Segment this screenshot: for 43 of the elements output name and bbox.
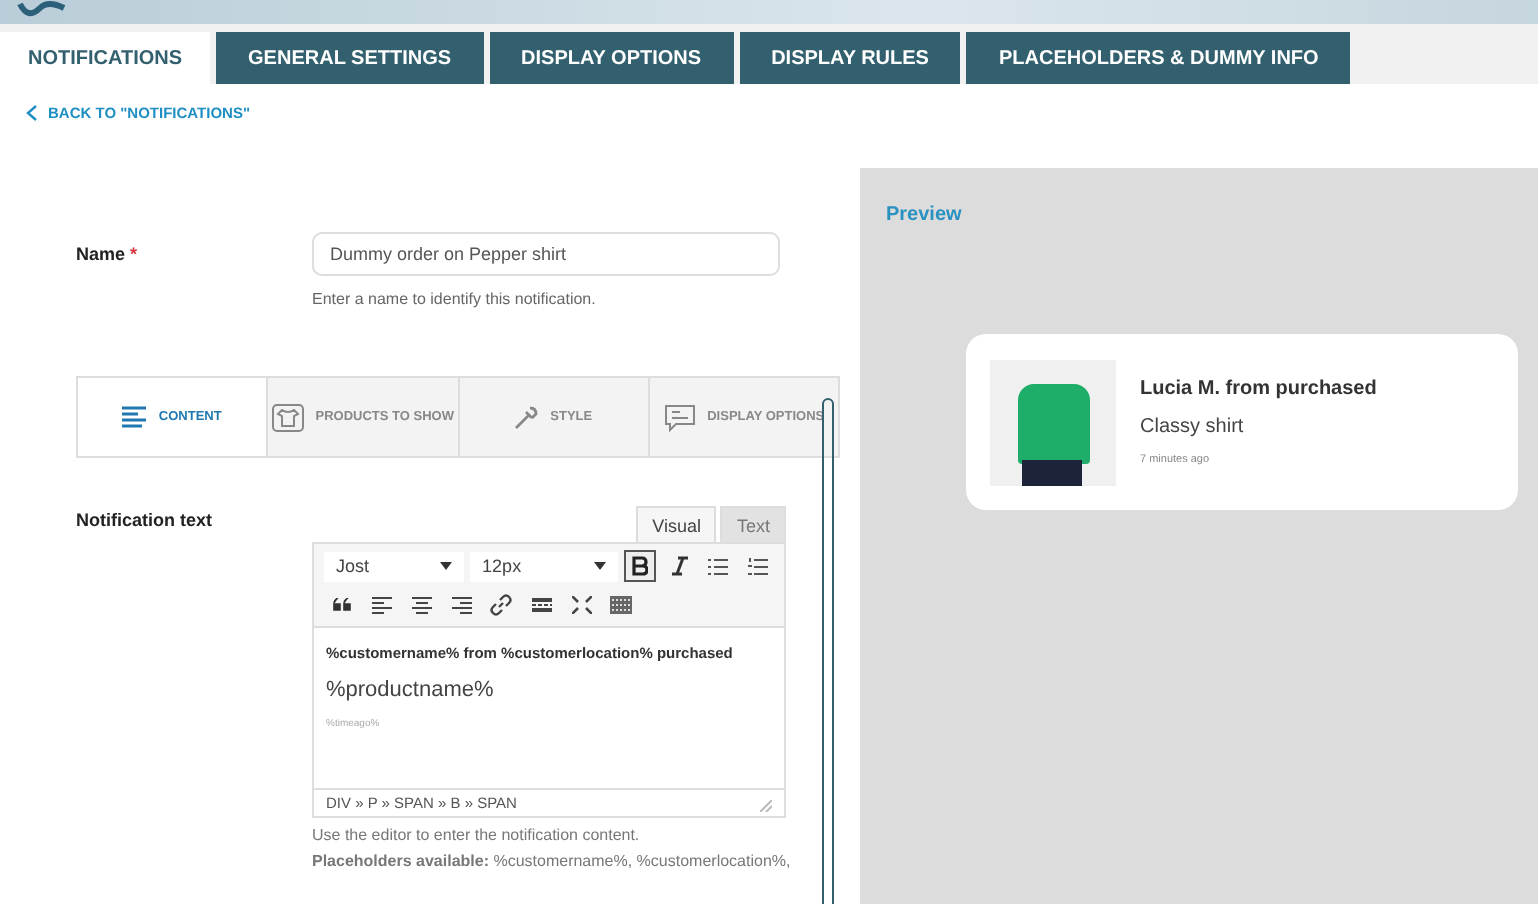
name-input[interactable]: Dummy order on Pepper shirt [312, 232, 780, 276]
product-name: Classy shirt [1140, 416, 1246, 438]
link-icon [490, 593, 512, 615]
read-more-icon [531, 595, 551, 613]
name-label: Name * [76, 242, 140, 268]
numbered-list-icon [747, 557, 768, 575]
link-button[interactable] [484, 588, 518, 620]
editor-text: %productname% [326, 678, 496, 702]
message-icon [663, 403, 696, 431]
bold-icon [632, 556, 649, 576]
logo-icon [16, 0, 68, 20]
align-left-icon [371, 595, 391, 613]
photo-placeholder [990, 359, 1116, 485]
preview-title: Preview [886, 204, 964, 226]
bold-button[interactable] [623, 550, 657, 582]
caret-icon [593, 562, 606, 570]
align-center-icon [411, 595, 431, 613]
editor-mode-tab[interactable]: Visual [636, 506, 717, 542]
text-lines-icon [122, 406, 147, 428]
settings-tab[interactable]: DISPLAY RULES [739, 32, 961, 84]
scrollbar[interactable] [822, 398, 834, 904]
resize-handle-icon[interactable] [760, 800, 772, 812]
caret-icon [440, 562, 453, 570]
quote-icon [331, 597, 351, 611]
settings-tab[interactable]: GENERAL SETTINGS [216, 32, 484, 84]
notification-headline: Lucia M. from purchased [1140, 378, 1377, 400]
name-help-text: Enter a name to identify this notification. [312, 290, 598, 308]
settings-tab[interactable]: NOTIFICATIONS [0, 32, 211, 84]
notification-text-label: Notification text [76, 508, 215, 534]
font-select[interactable]: Jost [324, 551, 465, 581]
settings-tab[interactable]: DISPLAY OPTIONS [489, 32, 734, 84]
editor-mode-tab[interactable]: Text [720, 506, 786, 542]
placeholders-text: Placeholders available: %customername%, %customerlocation%, [312, 852, 786, 870]
italic-icon [671, 556, 688, 576]
editor-help-text: Use the editor to enter the notification content. [312, 826, 642, 844]
shirt-icon [271, 403, 304, 431]
bullet-list-icon [708, 557, 729, 575]
chevron-left-icon [26, 104, 38, 122]
size-select[interactable]: 12px [470, 551, 618, 581]
align-right-icon [451, 595, 471, 613]
settings-tab[interactable]: PLACEHOLDERS & DUMMY INFO [966, 32, 1351, 84]
keyboard-icon [610, 595, 632, 613]
fullscreen-icon [571, 595, 591, 613]
